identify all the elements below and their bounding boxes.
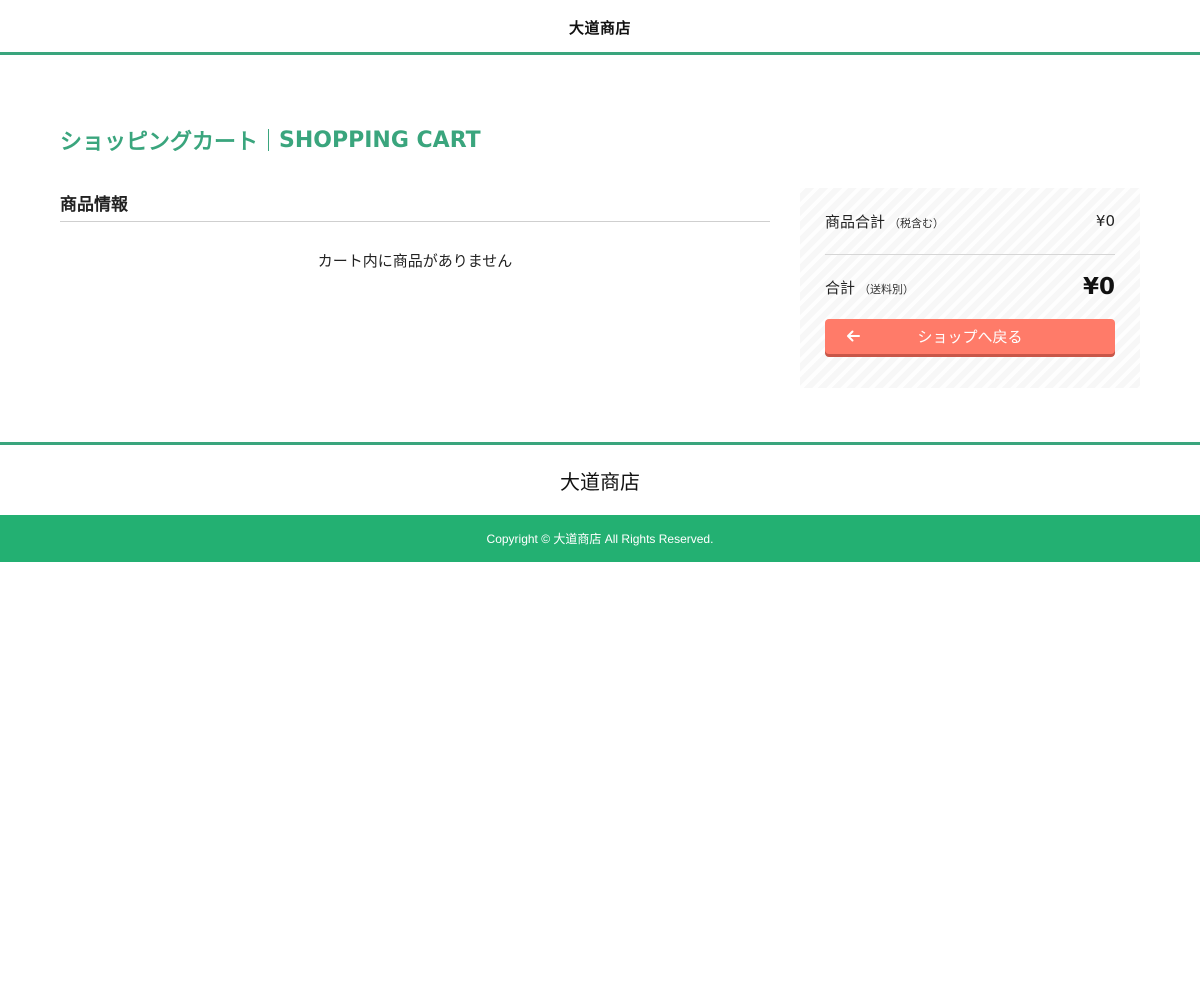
page-title-en: SHOPPING CART — [279, 127, 481, 153]
total-amount: ¥0 — [1082, 274, 1115, 300]
total-shipping-note: （送料別） — [859, 282, 915, 296]
subtotal-label: 商品合計 （税含む） — [825, 211, 944, 232]
copyright-text: Copyright © 大道商店 All Rights Reserved. — [486, 532, 714, 546]
copyright-bar: Copyright © 大道商店 All Rights Reserved. — [0, 515, 1200, 562]
total-row: 合計 （送料別） ¥0 — [825, 255, 1115, 319]
subtotal-label-text: 商品合計 — [825, 212, 886, 231]
cart-summary-panel: 商品合計 （税含む） ¥0 合計 （送料別） ¥0 ショップへ戻る — [800, 188, 1140, 388]
back-to-shop-label: ショップへ戻る — [917, 328, 1023, 346]
site-footer: 大道商店 Copyright © 大道商店 All Rights Reserve… — [0, 442, 1200, 562]
subtotal-row: 商品合計 （税含む） ¥0 — [825, 188, 1115, 255]
total-label: 合計 （送料別） — [825, 277, 914, 298]
empty-cart-message: カート内に商品がありません — [317, 252, 513, 270]
page-title: ショッピングカート SHOPPING CART — [60, 124, 481, 156]
product-info-section: 商品情報 カート内に商品がありません — [60, 190, 770, 271]
site-header: 大道商店 — [0, 0, 1200, 55]
page-title-ja: ショッピングカート — [60, 130, 259, 155]
back-to-shop-button[interactable]: ショップへ戻る — [825, 319, 1115, 354]
subtotal-amount: ¥0 — [1095, 212, 1115, 230]
subtotal-tax-note: （税含む） — [889, 216, 945, 230]
header-logo[interactable]: 大道商店 — [569, 17, 631, 38]
arrow-left-icon — [847, 330, 860, 342]
title-separator — [268, 129, 270, 151]
total-label-text: 合計 — [825, 278, 856, 297]
footer-logo[interactable]: 大道商店 — [0, 445, 1200, 515]
product-info-heading: 商品情報 — [60, 190, 770, 222]
